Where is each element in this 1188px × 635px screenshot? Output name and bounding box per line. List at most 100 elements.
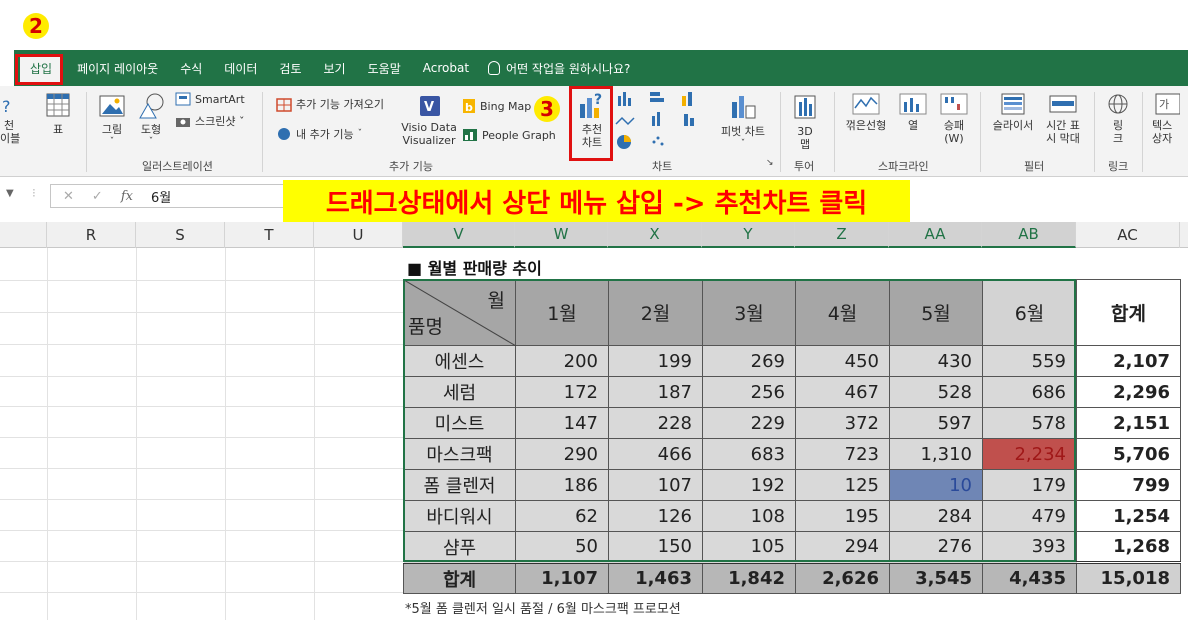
tab-formulas[interactable]: 수식	[169, 60, 213, 77]
cell[interactable]: 393	[982, 531, 1077, 563]
cell[interactable]: 62	[515, 500, 609, 532]
tell-me-search[interactable]: 어떤 작업을 원하시나요?	[488, 60, 630, 77]
cell[interactable]: 276	[889, 531, 983, 563]
cell[interactable]: 186	[515, 469, 609, 501]
cell[interactable]: 195	[795, 500, 890, 532]
column-header-t[interactable]: T	[225, 222, 314, 248]
slicer-button[interactable]: 슬라이서	[988, 92, 1038, 132]
pivot-chart-button[interactable]: 피벗 차트 ˇ	[716, 92, 770, 151]
3d-map-button[interactable]: 3D 맵	[790, 92, 820, 151]
column-header-r[interactable]: R	[47, 222, 136, 248]
tab-acrobat[interactable]: Acrobat	[412, 61, 480, 75]
cell[interactable]: 1,310	[889, 438, 983, 470]
sparkline-line-button[interactable]: 꺾은선형	[842, 92, 890, 132]
cell[interactable]: 50	[515, 531, 609, 563]
recommended-charts-button[interactable]: ? 추천 차트	[573, 90, 611, 149]
cell[interactable]: 683	[702, 438, 796, 470]
row-name[interactable]: 세럼	[403, 376, 516, 408]
row-name[interactable]: 마스크팩	[403, 438, 516, 470]
cell[interactable]: 284	[889, 500, 983, 532]
cell[interactable]: 105	[702, 531, 796, 563]
column-header-z[interactable]: Z	[795, 222, 889, 248]
sparkline-winloss-button[interactable]: 승패 (W)	[934, 92, 974, 145]
textbox-button[interactable]: 가 텍스 상자	[1152, 92, 1188, 145]
cell[interactable]: 479	[982, 500, 1077, 532]
header-month-4[interactable]: 4월	[795, 279, 890, 346]
footer-cell[interactable]: 2,626	[795, 561, 890, 594]
enter-icon[interactable]: ✓	[92, 189, 103, 204]
footer-cell[interactable]: 1,463	[608, 561, 703, 594]
cancel-icon[interactable]: ✕	[63, 189, 74, 204]
tab-data[interactable]: 데이터	[213, 60, 268, 77]
cell[interactable]: 430	[889, 345, 983, 377]
tab-page-layout[interactable]: 페이지 레이아웃	[66, 60, 169, 77]
fx-icon[interactable]: fx	[121, 189, 133, 204]
cell[interactable]: 723	[795, 438, 890, 470]
cell[interactable]: 126	[608, 500, 703, 532]
row-name[interactable]: 에센스	[403, 345, 516, 377]
cell[interactable]: 294	[795, 531, 890, 563]
column-header-v[interactable]: V	[403, 222, 515, 248]
row-total[interactable]: 799	[1076, 469, 1181, 501]
chart-type-gallery[interactable]	[614, 90, 714, 150]
formula-input-area[interactable]: ✕ ✓ fx 6월	[50, 184, 290, 208]
row-name[interactable]: 미스트	[403, 407, 516, 439]
cell[interactable]: 290	[515, 438, 609, 470]
highlighted-cell-red[interactable]: 2,234	[982, 438, 1077, 470]
cell[interactable]: 150	[608, 531, 703, 563]
get-addins-button[interactable]: 추가 기능 가져오기	[276, 96, 384, 112]
row-name[interactable]: 폼 클렌저	[403, 469, 516, 501]
screenshot-button[interactable]: 스크린샷 ˇ	[175, 113, 244, 129]
cell[interactable]: 147	[515, 407, 609, 439]
column-header-u[interactable]: U	[314, 222, 403, 248]
row-total[interactable]: 1,268	[1076, 531, 1181, 563]
row-total[interactable]: 5,706	[1076, 438, 1181, 470]
picture-button[interactable]: 그림 ˇ	[96, 92, 128, 149]
cell[interactable]: 686	[982, 376, 1077, 408]
row-total[interactable]: 2,296	[1076, 376, 1181, 408]
header-month-2[interactable]: 2월	[608, 279, 703, 346]
footer-grand-total[interactable]: 15,018	[1076, 561, 1181, 594]
cell[interactable]: 467	[795, 376, 890, 408]
cell[interactable]: 172	[515, 376, 609, 408]
cell[interactable]: 269	[702, 345, 796, 377]
column-header-ab[interactable]: AB	[982, 222, 1076, 248]
cell[interactable]: 107	[608, 469, 703, 501]
cell[interactable]: 192	[702, 469, 796, 501]
footer-cell[interactable]: 3,545	[889, 561, 983, 594]
column-header-ac[interactable]: AC	[1076, 222, 1180, 248]
row-total[interactable]: 1,254	[1076, 500, 1181, 532]
column-header-aa[interactable]: AA	[889, 222, 982, 248]
link-button[interactable]: 링 크	[1102, 92, 1134, 145]
cell[interactable]: 450	[795, 345, 890, 377]
tab-view[interactable]: 보기	[313, 60, 357, 77]
visio-data-visualizer-button[interactable]: V Visio Data Visualizer	[400, 94, 458, 147]
column-header-y[interactable]: Y	[702, 222, 795, 248]
header-month-1[interactable]: 1월	[515, 279, 609, 346]
row-total[interactable]: 2,151	[1076, 407, 1181, 439]
table-button[interactable]: 표	[44, 92, 72, 136]
cell[interactable]: 187	[608, 376, 703, 408]
cell[interactable]: 200	[515, 345, 609, 377]
cell[interactable]: 372	[795, 407, 890, 439]
footer-cell[interactable]: 1,842	[702, 561, 796, 594]
bing-maps-button[interactable]: b Bing Map	[462, 98, 531, 114]
cell[interactable]: 256	[702, 376, 796, 408]
column-header-w[interactable]: W	[515, 222, 608, 248]
smartart-button[interactable]: SmartArt	[175, 92, 245, 106]
tab-insert[interactable]: 삽입	[20, 54, 63, 82]
cell[interactable]: 228	[608, 407, 703, 439]
cell[interactable]: 125	[795, 469, 890, 501]
dialog-launcher-icon[interactable]: ↘	[766, 158, 774, 168]
tab-help[interactable]: 도움말	[357, 60, 412, 77]
column-header-x[interactable]: X	[608, 222, 702, 248]
header-total[interactable]: 합계	[1076, 279, 1181, 346]
header-corner-cell[interactable]: 월 품명	[403, 279, 516, 346]
cell[interactable]: 528	[889, 376, 983, 408]
footer-label[interactable]: 합계	[403, 561, 516, 594]
highlighted-cell-blue[interactable]: 10	[889, 469, 983, 501]
row-total[interactable]: 2,107	[1076, 345, 1181, 377]
footer-cell[interactable]: 4,435	[982, 561, 1077, 594]
cell[interactable]: 229	[702, 407, 796, 439]
column-header-prev[interactable]	[0, 222, 47, 248]
